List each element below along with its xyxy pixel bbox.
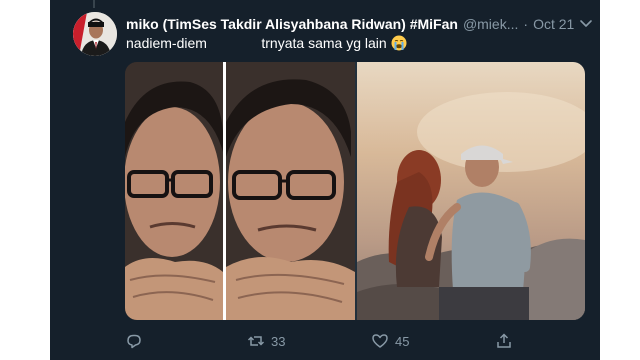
more-options-button[interactable]: [577, 14, 595, 32]
thread-line: [93, 0, 95, 8]
tweet-text: nadiem-diem trnyata sama yg lain: [126, 35, 586, 55]
media-container[interactable]: [125, 62, 585, 320]
share-button[interactable]: [495, 332, 513, 350]
user-handle[interactable]: @miek...: [463, 16, 518, 32]
profile-photo: [73, 12, 117, 56]
display-name[interactable]: miko (TimSes Takdir Alisyahbana Ridwan) …: [126, 16, 458, 32]
heart-icon: [372, 334, 388, 348]
avatar[interactable]: [73, 12, 117, 56]
couple-sunset-image: [357, 62, 585, 320]
photo-right-couple[interactable]: [357, 62, 585, 320]
portrait-image: [125, 62, 355, 320]
reply-button[interactable]: [125, 332, 143, 350]
photo-left-collage[interactable]: [125, 62, 355, 320]
reply-icon: [127, 334, 141, 349]
separator-dot: ·: [523, 16, 529, 32]
tweet-text-content: nadiem-diem trnyata sama yg lain: [126, 35, 387, 51]
retweet-button[interactable]: 33: [247, 332, 285, 350]
retweet-icon: [247, 336, 265, 346]
tweet-actions: 33 45: [125, 332, 595, 354]
tweet-date[interactable]: Oct 21: [533, 16, 574, 32]
chevron-down-icon: [580, 20, 592, 27]
like-button[interactable]: 45: [371, 332, 409, 350]
like-count: 45: [395, 333, 410, 349]
retweet-count: 33: [271, 333, 286, 349]
tweet-header: miko (TimSes Takdir Alisyahbana Ridwan) …: [126, 14, 596, 34]
crying-face-emoji: [391, 35, 407, 54]
share-icon: [497, 333, 511, 348]
